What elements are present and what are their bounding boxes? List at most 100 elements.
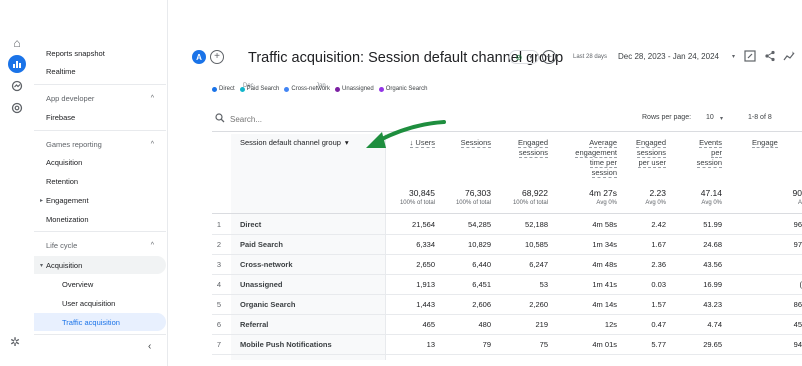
row-engagement-rate: 96 (793, 220, 802, 229)
row-avg-engagement: 1m 41s (592, 280, 617, 289)
column-header-engagement-rate[interactable]: Engage (752, 138, 794, 148)
sidebar-item-retention[interactable]: Retention (34, 172, 166, 190)
column-header-avg-engagement[interactable]: Average engagement time per session (565, 138, 617, 178)
row-engaged-sessions: 75 (539, 340, 548, 349)
dimension-selector[interactable]: Session default channel group ▾ (240, 138, 349, 147)
sidebar-section-label: Life cycle (46, 240, 78, 250)
row-events-per-session: 16.99 (703, 280, 722, 289)
row-avg-engagement: 4m 48s (592, 260, 617, 269)
sidebar-item-monetization[interactable]: Monetization (34, 210, 166, 228)
sidebar-section-life-cycle[interactable]: Life cycle ^ (34, 236, 166, 254)
row-divider (212, 354, 802, 355)
table-row[interactable]: 5 Organic Search 1,443 2,606 2,260 4m 14… (212, 295, 802, 315)
sidebar-item-engagement[interactable]: ▸ Engagement (34, 191, 166, 209)
row-channel[interactable]: Unassigned (240, 280, 283, 289)
target-icon (11, 102, 23, 114)
table-row[interactable]: 6 Referral 465 480 219 12s 0.47 4.74 45 (212, 315, 802, 335)
chevron-down-icon[interactable]: ▾ (732, 53, 735, 60)
sidebar-item-acquisition[interactable]: ▾ Acquisition (34, 256, 166, 274)
column-header-engaged-per-user[interactable]: Engaged sessions per user (632, 138, 666, 168)
date-range-label: Last 28 days (573, 54, 608, 60)
rows-per-page-select[interactable]: 10 (706, 114, 714, 121)
column-header-engaged-sessions[interactable]: Engaged sessions (510, 138, 548, 158)
comparison-badge[interactable]: A (192, 50, 206, 64)
row-engaged-sessions: 219 (535, 320, 548, 329)
legend-item[interactable]: Paid Search (239, 86, 280, 92)
row-channel[interactable]: Organic Search (240, 300, 295, 309)
total-engaged-per-user-sub: Avg 0% (645, 200, 666, 206)
legend-label: Organic Search (385, 86, 428, 92)
sidebar-section-games-reporting[interactable]: Games reporting ^ (34, 135, 166, 153)
insights-icon[interactable] (782, 49, 796, 63)
advertising-icon[interactable] (9, 100, 25, 116)
row-channel[interactable]: Direct (240, 220, 261, 229)
caret-down-icon: ▾ (344, 138, 349, 147)
date-range-picker[interactable]: Dec 28, 2023 - Jan 24, 2024 (618, 52, 719, 61)
row-channel[interactable]: Paid Search (240, 240, 283, 249)
sidebar-item-traffic-acquisition[interactable]: Traffic acquisition (34, 313, 166, 331)
total-engagement-rate-sub: A (797, 200, 802, 206)
header-label: session (591, 168, 617, 178)
row-index: 5 (216, 300, 222, 309)
sidebar-item-user-acquisition[interactable]: User acquisition (34, 294, 166, 312)
row-channel[interactable]: Mobile Push Notifications (240, 340, 332, 349)
row-index: 3 (216, 260, 222, 269)
settings-gear-icon[interactable]: ✲ (10, 335, 20, 349)
header-label: Engaged (635, 138, 666, 148)
total-avg-engagement: 4m 27s (589, 188, 617, 198)
sidebar-item-games-acquisition[interactable]: Acquisition (34, 153, 166, 171)
table-row[interactable]: 1 Direct 21,564 54,285 52,188 4m 58s 2.4… (212, 215, 802, 235)
header-label: per user (638, 158, 666, 168)
add-comparison-button[interactable]: + (210, 50, 224, 64)
sidebar: Reports snapshot Realtime App developer … (34, 0, 168, 366)
column-header-sessions[interactable]: Sessions (455, 138, 491, 148)
row-users: 13 (426, 340, 435, 349)
row-channel[interactable]: Referral (240, 320, 268, 329)
legend-label: Paid Search (246, 86, 280, 92)
collapse-sidebar-button[interactable]: ‹ (148, 341, 151, 352)
sidebar-item-reports-snapshot[interactable]: Reports snapshot (34, 44, 166, 62)
share-icon[interactable] (763, 49, 777, 63)
header-label: sessions (518, 148, 548, 158)
icon-rail: ⌂ (0, 0, 34, 366)
sidebar-section-label: App developer (46, 93, 95, 103)
sidebar-section-app-developer[interactable]: App developer ^ (34, 89, 166, 107)
row-engaged-per-user: 5.77 (651, 340, 666, 349)
legend-item[interactable]: Organic Search (378, 86, 428, 92)
reports-icon[interactable] (8, 55, 26, 73)
table-row[interactable]: 2 Paid Search 6,334 10,829 10,585 1m 34s… (212, 235, 802, 255)
legend-item[interactable]: Direct (212, 86, 235, 92)
row-engaged-per-user: 0.47 (651, 320, 666, 329)
row-sessions: 79 (482, 340, 491, 349)
sidebar-divider (34, 84, 166, 85)
home-icon[interactable]: ⌂ (9, 35, 25, 51)
header-label: time per (589, 158, 617, 168)
legend-dot (378, 86, 384, 92)
chevron-down-icon[interactable]: ▾ (720, 115, 723, 122)
sidebar-item-firebase[interactable]: Firebase (34, 108, 166, 126)
legend-item[interactable]: Unassigned (335, 86, 374, 92)
row-channel[interactable]: Cross-network (240, 260, 293, 269)
customize-report-icon[interactable] (743, 49, 757, 63)
explore-icon[interactable] (9, 78, 25, 94)
sidebar-divider (34, 231, 166, 232)
total-sessions: 76,303 (465, 188, 491, 198)
row-engagement-rate: ( (799, 280, 802, 289)
column-header-events-per-session[interactable]: Events per session (688, 138, 722, 168)
table-row[interactable]: 7 Mobile Push Notifications 13 79 75 4m … (212, 335, 802, 355)
status-check-chip[interactable]: ⊘ ▾ (509, 50, 539, 64)
add-button[interactable]: + (542, 50, 556, 64)
row-engaged-per-user: 2.36 (651, 260, 666, 269)
sidebar-item-realtime[interactable]: Realtime (34, 62, 166, 80)
table-row[interactable]: 4 Unassigned 1,913 6,451 53 1m 41s 0.03 … (212, 275, 802, 295)
row-engaged-sessions: 10,585 (525, 240, 548, 249)
legend-label: Cross-network (291, 86, 331, 92)
sidebar-item-overview[interactable]: Overview (34, 275, 166, 293)
table-row[interactable]: 3 Cross-network 2,650 6,440 6,247 4m 48s… (212, 255, 802, 275)
row-avg-engagement: 4m 58s (592, 220, 617, 229)
row-users: 2,650 (416, 260, 435, 269)
explore-glyph-icon (11, 80, 23, 92)
legend-item[interactable]: Cross-network (284, 86, 330, 92)
legend-label: Direct (219, 86, 235, 92)
row-sessions: 54,285 (468, 220, 491, 229)
